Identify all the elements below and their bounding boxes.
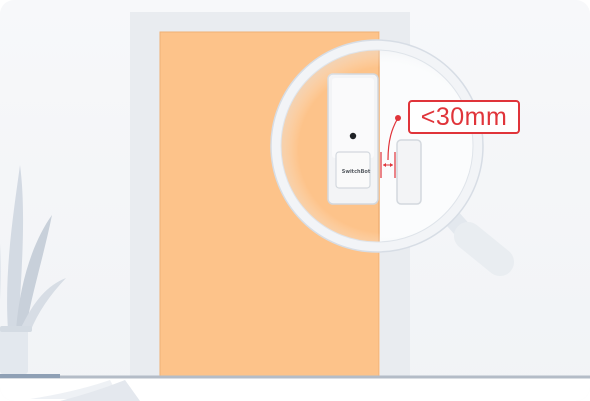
- installation-scene: [0, 12, 590, 401]
- distance-label: <30mm: [408, 100, 520, 134]
- plant-icon: [0, 165, 66, 374]
- illustration-card: SwitchBot <30mm: [0, 0, 590, 401]
- magnifying-glass-icon: [443, 209, 514, 276]
- sensor-brand-text: SwitchBot: [341, 169, 371, 175]
